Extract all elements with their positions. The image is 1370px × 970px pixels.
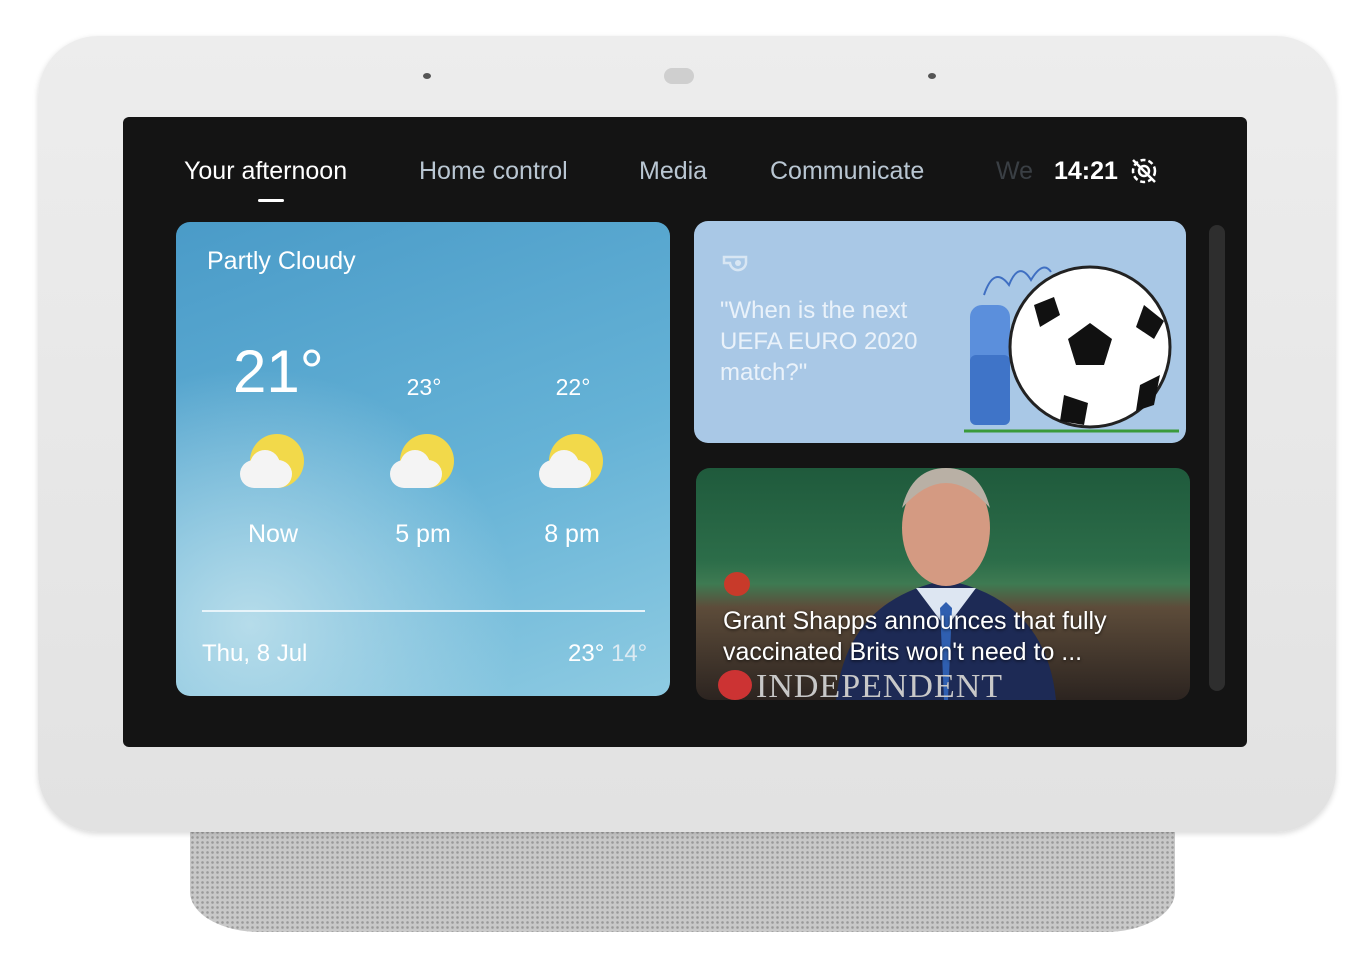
news-card[interactable]: Grant Shapps announces that fully vaccin… [696,468,1190,700]
weather-date: Thu, 8 Jul [202,640,308,667]
news-headline: Grant Shapps announces that fully vaccin… [723,607,1107,666]
microphone [928,73,936,79]
current-temperature: 21° [233,338,324,405]
forecast-label-5pm: 5 pm [395,520,451,548]
tab-your-afternoon[interactable]: Your afternoon [184,157,347,186]
forecast-temp-5pm: 23° [406,374,442,400]
do-not-disturb-off-icon[interactable] [1128,155,1160,187]
forecast-label-8pm: 8 pm [544,520,600,548]
tab-partial[interactable]: We [996,157,1033,186]
clock: 14:21 [1054,157,1118,185]
active-tab-indicator [258,199,284,202]
weather-card[interactable]: Partly Cloudy 21° 23° 22° Now 5 pm 8 pm … [176,222,670,696]
partly-cloudy-icon [539,434,603,494]
suggestion-text: "When is the next UEFA EURO 2020 match?" [720,297,918,386]
forecast-label-now: Now [247,520,298,548]
high-low: 23° 14° [568,640,647,668]
soccer-ball-illustration [964,265,1179,433]
assistant-suggestion-card[interactable]: "When is the next UEFA EURO 2020 match?" [694,221,1186,443]
light-sensor [423,73,431,79]
whistle-icon [722,255,748,272]
tab-media[interactable]: Media [639,157,707,186]
tab-home-control[interactable]: Home control [419,157,568,186]
independent-badge-icon [724,572,750,596]
scrollbar[interactable] [1209,225,1225,691]
divider [202,610,645,612]
tab-communicate[interactable]: Communicate [770,157,924,186]
news-source-logo: INDEPENDENT [718,668,1003,700]
sensor-window [664,68,694,84]
partly-cloudy-icon [390,434,454,494]
forecast-temp-8pm: 22° [555,374,591,400]
high-temp: 23° [568,640,605,667]
low-temp: 14° [610,640,648,667]
screen: Your afternoon Home control Media Commun… [123,117,1247,747]
weather-condition: Partly Cloudy [207,247,356,275]
partly-cloudy-icon [240,434,304,494]
